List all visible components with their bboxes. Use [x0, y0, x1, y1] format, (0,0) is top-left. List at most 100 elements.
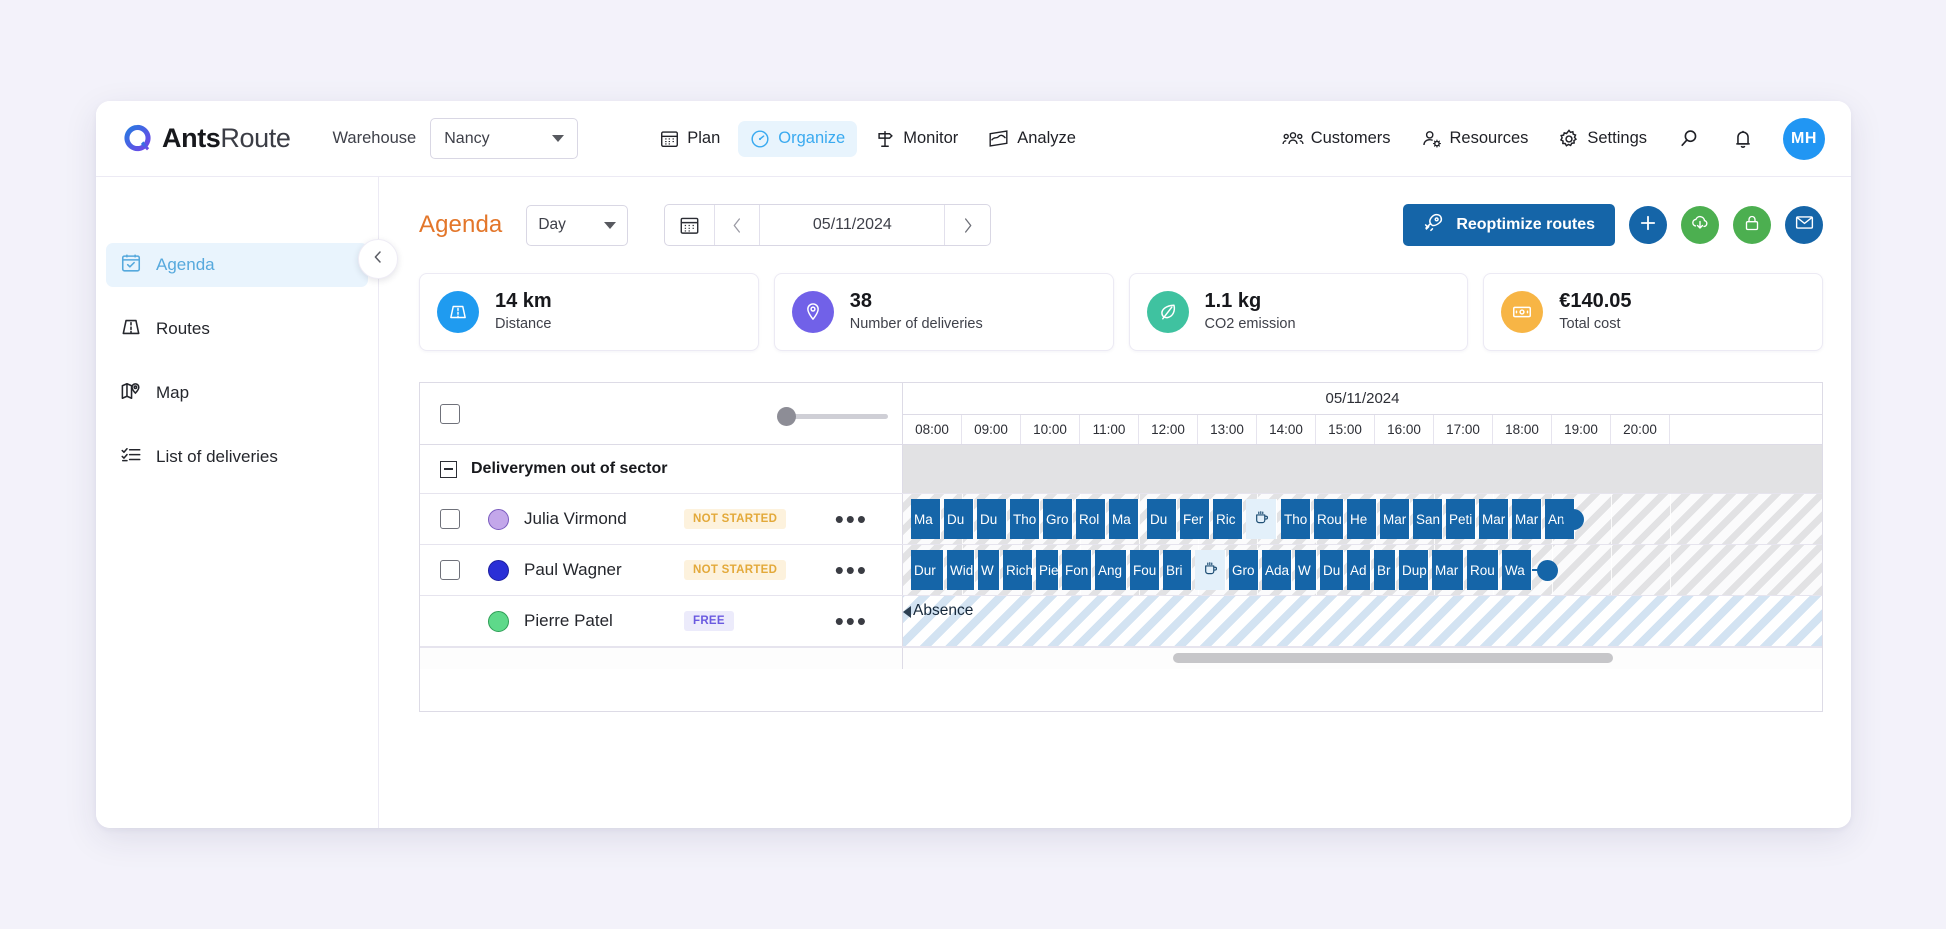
- task-bar[interactable]: Ada: [1262, 550, 1292, 590]
- gantt-row-track-pierre[interactable]: Absence: [903, 596, 1822, 646]
- task-bar[interactable]: Mar: [1479, 499, 1509, 539]
- task-bar[interactable]: Mar: [1380, 499, 1410, 539]
- task-bar[interactable]: Mar: [1432, 550, 1464, 590]
- task-bar[interactable]: Rich: [1003, 550, 1033, 590]
- toolbar-actions: Reoptimize routes: [1403, 204, 1823, 246]
- task-bar[interactable]: Rou: [1314, 499, 1344, 539]
- task-bar[interactable]: Du: [1147, 499, 1177, 539]
- sidebar-item-map[interactable]: Map: [106, 371, 368, 415]
- row-checkbox[interactable]: [440, 560, 460, 580]
- person-gear-icon: [1421, 128, 1443, 150]
- top-header-bar: AntsRoute Warehouse Nancy Plan: [96, 101, 1851, 177]
- absence-continues-arrow-icon: [903, 606, 911, 618]
- nav-item-settings[interactable]: Settings: [1556, 122, 1649, 156]
- brand-logo[interactable]: AntsRoute: [122, 123, 290, 154]
- sidebar-item-agenda[interactable]: Agenda: [106, 243, 368, 287]
- more-options-icon[interactable]: •••: [835, 513, 868, 526]
- gantt-scroll-track[interactable]: [903, 648, 1822, 669]
- task-bar[interactable]: San: [1413, 499, 1443, 539]
- task-bar[interactable]: Ma: [1109, 499, 1139, 539]
- nav-item-organize[interactable]: Organize: [738, 121, 857, 157]
- nav-item-customers[interactable]: Customers: [1280, 122, 1393, 156]
- gantt-row-track-paul[interactable]: Dur Wid W Rich Pie Fon Ang Fou Bri: [903, 545, 1822, 595]
- chevron-left-icon: [370, 249, 386, 270]
- task-bar[interactable]: Fon: [1062, 550, 1092, 590]
- gantt-row-track-julia[interactable]: Ma Du Du Tho Gro Rol Ma Du Fer Ric: [903, 494, 1822, 544]
- table-row: Paul Wagner NOT STARTED •••: [420, 545, 1822, 596]
- date-prev-button[interactable]: [715, 205, 760, 245]
- task-bar[interactable]: Dup: [1399, 550, 1429, 590]
- more-options-icon[interactable]: •••: [835, 564, 868, 577]
- content-toolbar: Agenda Day: [379, 177, 1851, 273]
- warehouse-dropdown[interactable]: Nancy: [430, 118, 578, 159]
- task-bar[interactable]: Ma: [911, 499, 941, 539]
- task-bar[interactable]: Tho: [1281, 499, 1311, 539]
- select-all-checkbox[interactable]: [440, 404, 460, 424]
- email-button[interactable]: [1785, 206, 1823, 244]
- gantt-header-right: 05/11/2024 08:00 09:00 10:00 11:00 12:00…: [903, 383, 1822, 444]
- main-content: Agenda Day: [379, 177, 1851, 828]
- task-bar[interactable]: Bri: [1163, 550, 1192, 590]
- row-checkbox[interactable]: [440, 509, 460, 529]
- timeline-zoom-knob[interactable]: [777, 407, 796, 426]
- bell-icon[interactable]: [1729, 125, 1757, 153]
- lock-button[interactable]: [1733, 206, 1771, 244]
- task-bar[interactable]: Mar: [1512, 499, 1542, 539]
- kpi-cards: 14 km Distance 38 Number of deliveries: [419, 273, 1823, 351]
- kpi-value-deliveries: 38: [850, 290, 983, 313]
- download-button[interactable]: [1681, 206, 1719, 244]
- task-bar[interactable]: Fer: [1180, 499, 1210, 539]
- task-bar[interactable]: Wid: [947, 550, 975, 590]
- date-value[interactable]: 05/11/2024: [760, 205, 945, 245]
- leaf-icon: [1147, 291, 1189, 333]
- collapse-group-icon[interactable]: [440, 461, 457, 478]
- task-bar[interactable]: Tho: [1010, 499, 1040, 539]
- nav-item-analyze[interactable]: Analyze: [976, 120, 1088, 157]
- task-bar[interactable]: Du: [977, 499, 1007, 539]
- timeline-zoom-slider[interactable]: [786, 414, 888, 419]
- avatar[interactable]: MH: [1783, 118, 1825, 160]
- task-bar[interactable]: Du: [944, 499, 974, 539]
- reoptimize-routes-button[interactable]: Reoptimize routes: [1403, 204, 1615, 246]
- view-mode-dropdown[interactable]: Day: [526, 205, 628, 246]
- nav-item-plan[interactable]: Plan: [648, 121, 732, 156]
- task-bar[interactable]: Pie: [1036, 550, 1059, 590]
- nav-item-resources[interactable]: Resources: [1419, 122, 1531, 156]
- gear-icon: [1558, 128, 1580, 150]
- warehouse-label: Warehouse: [332, 129, 416, 148]
- task-bar[interactable]: Du: [1320, 550, 1344, 590]
- search-icon[interactable]: [1675, 125, 1703, 153]
- task-bar[interactable]: Fou: [1130, 550, 1160, 590]
- task-bar[interactable]: He: [1347, 499, 1377, 539]
- task-bar[interactable]: Rol: [1076, 499, 1106, 539]
- break-bar[interactable]: [1195, 550, 1226, 590]
- sidebar-item-routes[interactable]: Routes: [106, 307, 368, 351]
- task-bar[interactable]: Wa: [1502, 550, 1532, 590]
- avatar: [488, 509, 509, 530]
- date-next-button[interactable]: [945, 205, 990, 245]
- task-bar[interactable]: Ric: [1213, 499, 1243, 539]
- task-bar[interactable]: Ang: [1095, 550, 1127, 590]
- task-bar[interactable]: Dur: [911, 550, 944, 590]
- gantt-group-left[interactable]: Deliverymen out of sector: [420, 445, 903, 493]
- task-bar[interactable]: Gro: [1043, 499, 1073, 539]
- task-bar[interactable]: Gro: [1229, 550, 1259, 590]
- hour-label: 10:00: [1021, 415, 1080, 444]
- road-icon: [437, 291, 479, 333]
- task-bar[interactable]: Peti: [1446, 499, 1476, 539]
- task-bar[interactable]: W: [978, 550, 1000, 590]
- status-badge: NOT STARTED: [684, 560, 786, 580]
- sidebar-item-list-of-deliveries[interactable]: List of deliveries: [106, 435, 368, 479]
- add-button[interactable]: [1629, 206, 1667, 244]
- break-bar[interactable]: [1246, 499, 1277, 539]
- nav-item-monitor[interactable]: Monitor: [863, 121, 970, 157]
- sidebar-collapse-button[interactable]: [358, 239, 398, 279]
- calendar-icon[interactable]: [665, 205, 715, 245]
- gantt-row-left-paul: Paul Wagner NOT STARTED •••: [420, 545, 903, 595]
- task-bar[interactable]: W: [1295, 550, 1317, 590]
- task-bar[interactable]: Br: [1374, 550, 1396, 590]
- gantt-scroll-thumb[interactable]: [1173, 653, 1613, 663]
- task-bar[interactable]: Rou: [1467, 550, 1499, 590]
- task-bar[interactable]: Ad: [1347, 550, 1371, 590]
- more-options-icon[interactable]: •••: [835, 615, 868, 628]
